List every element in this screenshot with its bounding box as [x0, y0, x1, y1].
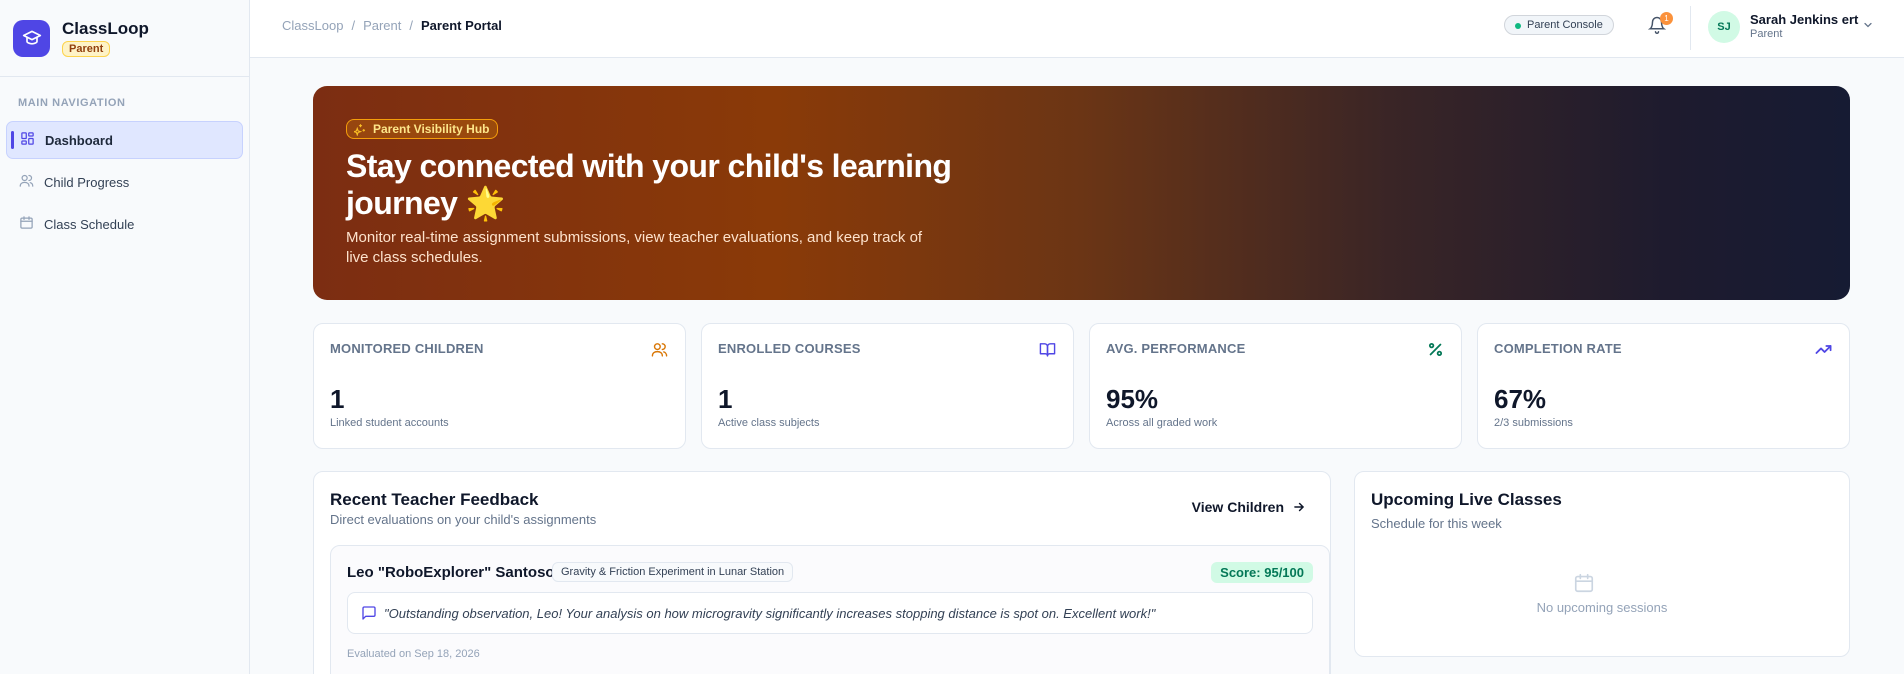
main-navigation: Dashboard Child Progress Class Schedule [0, 121, 249, 243]
graduation-cap-icon [13, 19, 50, 57]
user-role: Parent [1750, 28, 1783, 40]
breadcrumb: ClassLoop / Parent / Parent Portal [282, 18, 502, 33]
empty-state-text: No upcoming sessions [1536, 600, 1668, 615]
status-dot-icon [1515, 23, 1521, 29]
nav-heading: MAIN NAVIGATION [18, 97, 126, 109]
chevron-down-icon[interactable] [1862, 18, 1874, 30]
panel-subtitle: Schedule for this week [1371, 516, 1502, 531]
view-children-button[interactable]: View Children [1192, 499, 1306, 515]
stat-value: 67% [1494, 384, 1547, 414]
breadcrumb-item[interactable]: Parent [363, 18, 401, 33]
sidebar-item-class-schedule[interactable]: Class Schedule [6, 205, 243, 243]
stat-sub: Linked student accounts [330, 417, 449, 429]
divider [1690, 6, 1691, 50]
panel-title: Recent Teacher Feedback [330, 490, 539, 509]
breadcrumb-separator: / [409, 18, 413, 33]
feedback-card[interactable]: Leo "RoboExplorer" Santoso Gravity & Fri… [330, 545, 1330, 674]
stat-value: 1 [718, 384, 733, 414]
breadcrumb-separator: / [351, 18, 356, 33]
sidebar-item-label: Dashboard [45, 132, 113, 148]
role-badge: Parent [62, 41, 111, 57]
hero-banner: Parent Visibility Hub Stay connected wit… [313, 86, 1850, 300]
calendar-icon [1573, 572, 1597, 596]
stat-value: 95% [1106, 384, 1159, 414]
notification-count-badge: 1 [1660, 12, 1673, 25]
breadcrumb-item[interactable]: ClassLoop [282, 18, 343, 33]
stat-sub: 2/3 submissions [1494, 417, 1573, 429]
hero-description: Monitor real-time assignment submissions… [346, 229, 923, 266]
dashboard-icon [20, 131, 35, 149]
sidebar-item-child-progress[interactable]: Child Progress [6, 163, 243, 201]
sidebar-item-label: Class Schedule [44, 216, 135, 232]
sidebar-item-label: Child Progress [44, 174, 130, 190]
stat-label: COMPLETION RATE [1494, 341, 1622, 356]
stat-card-enrolled-courses: ENROLLED COURSES 1 Active class subjects [701, 323, 1074, 449]
hero-chip-label: Parent Visibility Hub [373, 122, 490, 136]
comment-text: "Outstanding observation, Leo! Your anal… [384, 606, 1156, 621]
percent-icon [1427, 341, 1445, 359]
top-bar: ClassLoop / Parent / Parent Portal Paren… [250, 0, 1904, 58]
recent-feedback-panel: Recent Teacher Feedback Direct evaluatio… [313, 471, 1331, 674]
stat-label: MONITORED CHILDREN [330, 341, 484, 356]
calendar-icon [19, 215, 34, 233]
stat-card-completion-rate: COMPLETION RATE 67% 2/3 submissions [1477, 323, 1850, 449]
stat-label: AVG. PERFORMANCE [1106, 341, 1246, 356]
panel-title: Upcoming Live Classes [1371, 490, 1562, 509]
stat-sub: Active class subjects [718, 417, 820, 429]
evaluated-date: Evaluated on Sep 18, 2026 [347, 648, 480, 660]
brand-name: ClassLoop [62, 19, 149, 38]
users-icon [651, 341, 669, 359]
users-icon [19, 173, 34, 191]
assignment-tag: Gravity & Friction Experiment in Lunar S… [552, 562, 794, 582]
brand[interactable]: ClassLoop Parent [0, 0, 249, 77]
student-name: Leo "RoboExplorer" Santoso [347, 564, 555, 581]
stat-card-monitored-children: MONITORED CHILDREN 1 Linked student acco… [313, 323, 686, 449]
message-icon [361, 605, 379, 623]
sidebar: ClassLoop Parent MAIN NAVIGATION Dashboa… [0, 0, 250, 674]
breadcrumb-current: Parent Portal [421, 18, 502, 33]
arrow-right-icon [1294, 502, 1305, 512]
console-label: Parent Console [1527, 19, 1603, 31]
stat-label: ENROLLED COURSES [718, 341, 861, 356]
view-children-label: View Children [1191, 499, 1284, 515]
hero-chip: Parent Visibility Hub [346, 119, 499, 139]
book-icon [1039, 341, 1057, 359]
parent-console-badge: Parent Console [1504, 15, 1614, 35]
stat-card-avg-performance: AVG. PERFORMANCE 95% Across all graded w… [1089, 323, 1462, 449]
stat-value: 1 [330, 384, 345, 414]
stat-sub: Across all graded work [1106, 417, 1218, 429]
upcoming-live-classes-panel: Upcoming Live Classes Schedule for this … [1354, 471, 1850, 657]
panel-subtitle: Direct evaluations on your child's assig… [330, 512, 597, 527]
score-badge: Score: 95/100 [1211, 562, 1313, 583]
trending-up-icon [1815, 341, 1833, 359]
hero-title: Stay connected with your child's learnin… [346, 148, 952, 221]
sidebar-item-dashboard[interactable]: Dashboard [6, 121, 243, 159]
sparkles-icon [354, 124, 366, 136]
teacher-comment: "Outstanding observation, Leo! Your anal… [347, 592, 1313, 634]
avatar[interactable]: SJ [1708, 11, 1740, 43]
user-name[interactable]: Sarah Jenkins ert [1750, 12, 1858, 27]
